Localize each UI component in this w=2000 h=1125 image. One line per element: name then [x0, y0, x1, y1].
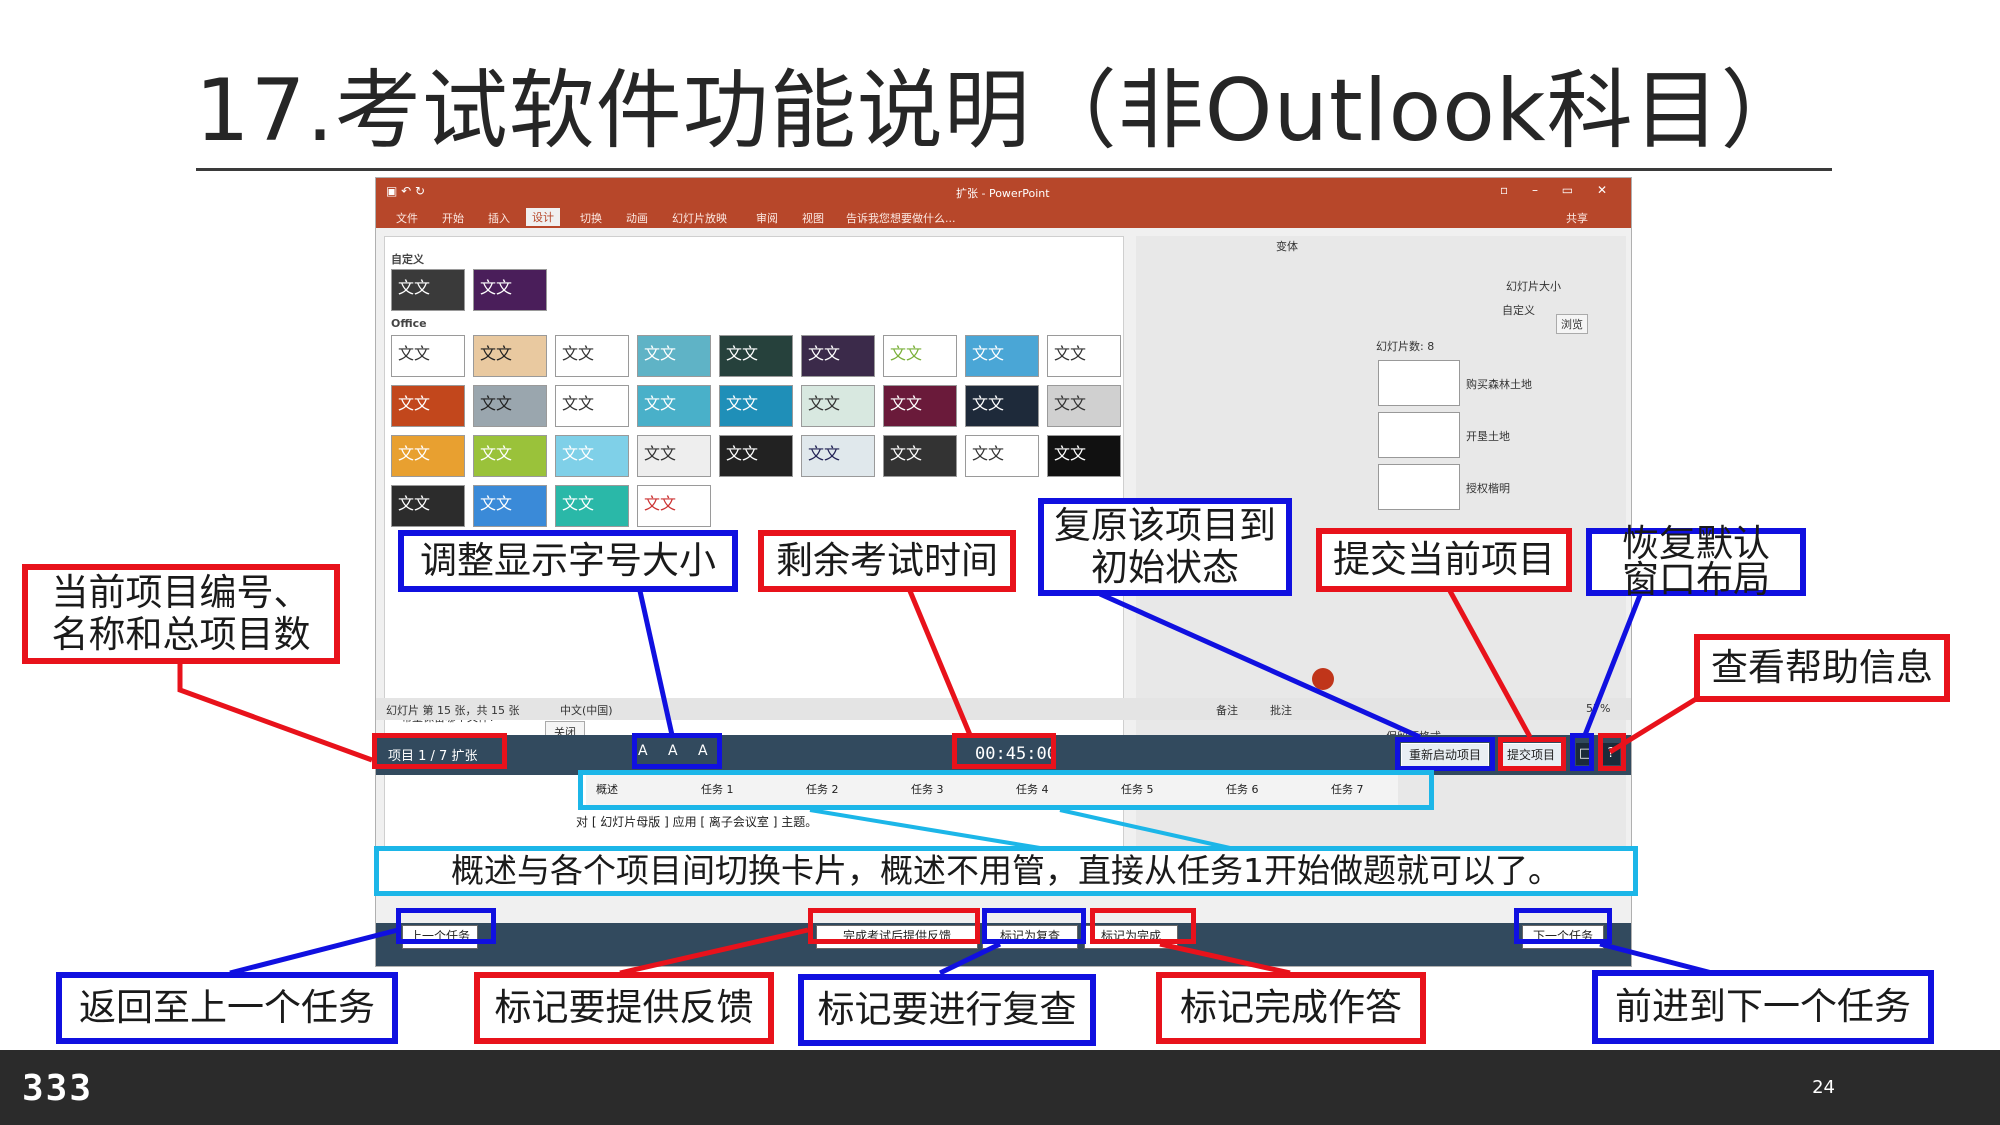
callout-prev-task: 返回至上一个任务 — [56, 972, 398, 1044]
callout-restore-project: 复原该项目到 初始状态 — [1038, 498, 1292, 596]
footer-bar: 333 24 — [0, 1050, 2000, 1125]
brand-logo: 333 — [22, 1068, 94, 1109]
callout-remaining-time: 剩余考试时间 — [758, 530, 1016, 592]
callout-project-info: 当前项目编号、 名称和总项目数 — [22, 564, 340, 664]
connector-next — [1599, 941, 1713, 976]
connector-feedback — [619, 927, 809, 976]
connector-tabs — [809, 808, 1231, 850]
connector-restore — [1098, 591, 1422, 740]
callout-feedback: 标记要提供反馈 — [474, 972, 774, 1044]
connector-complete — [1159, 941, 1291, 976]
callout-next-task: 前进到下一个任务 — [1592, 970, 1934, 1044]
connector-submit — [1447, 589, 1533, 739]
connector-prev — [229, 927, 399, 976]
callout-review: 标记要进行复查 — [798, 974, 1096, 1046]
callout-help-info: 查看帮助信息 — [1694, 634, 1950, 702]
connector-font-size — [637, 590, 675, 736]
callout-restore-layout: 恢复默认 窗口布局 — [1586, 525, 1806, 598]
connector-layout — [1582, 594, 1643, 736]
callout-tabs-note: 概述与各个项目间切换卡片，概述不用管，直接从任务1开始做题就可以了。 — [374, 846, 1638, 896]
page-number: 24 — [1812, 1077, 1835, 1098]
connector-project-info — [177, 664, 373, 763]
connector-help — [1608, 696, 1698, 755]
callout-complete: 标记完成作答 — [1156, 972, 1426, 1044]
callout-font-size: 调整显示字号大小 — [398, 530, 738, 592]
callout-submit-project: 提交当前项目 — [1316, 528, 1572, 592]
connector-timer — [907, 590, 973, 736]
connector-review — [938, 941, 1002, 976]
